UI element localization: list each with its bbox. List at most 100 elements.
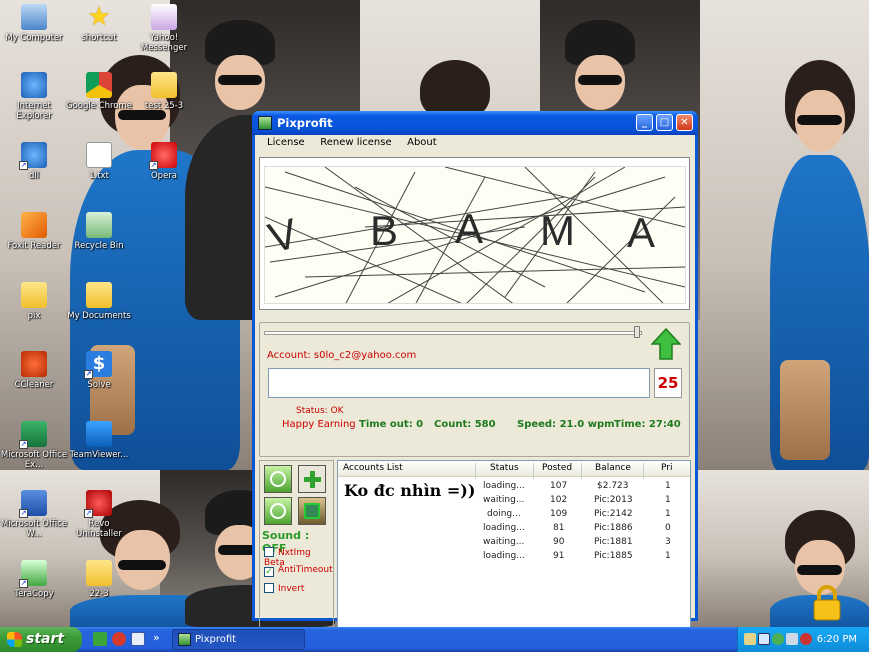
account-label: Account: s0lo_c2@yahoo.com: [267, 350, 417, 361]
quicklaunch-red-icon[interactable]: [112, 632, 126, 646]
maximize-button[interactable]: □: [656, 114, 673, 131]
desktop-icon-my-computer[interactable]: My Computer: [0, 4, 68, 43]
row-pri: 1: [665, 481, 671, 491]
table-row[interactable]: loading... 81 Pic:1886 0: [338, 522, 690, 536]
accounts-list-header: Accounts List Status Posted Balance Pri: [338, 461, 690, 479]
column-header-balance[interactable]: Balance: [595, 463, 631, 473]
desktop-icon-teamviewer[interactable]: TeamViewer...: [65, 421, 133, 460]
quicklaunch-window-icon[interactable]: [131, 632, 145, 646]
desktop-icon-opera[interactable]: ↗ Opera: [130, 142, 198, 181]
table-row[interactable]: loading... 107 $2.723 1: [338, 480, 690, 494]
shortcut-arrow-icon: ↗: [19, 440, 28, 449]
stop-button[interactable]: [264, 497, 292, 525]
menu-about[interactable]: About: [401, 135, 443, 150]
tray-monitor-icon[interactable]: [758, 633, 770, 645]
desktop-icon-google-chrome[interactable]: Google Chrome: [65, 72, 133, 111]
window-titlebar[interactable]: Pixprofit _ □ ✕: [252, 111, 698, 135]
shortcut-arrow-icon: ↗: [19, 509, 28, 518]
tray-network-icon[interactable]: [744, 633, 756, 645]
option-antitimeout[interactable]: ✓ AntiTimeout: [264, 565, 333, 577]
column-header-accounts[interactable]: Accounts List: [343, 463, 403, 473]
desktop-icon-excel[interactable]: ↗ Microsoft Office Ex...: [0, 421, 68, 470]
captcha-answer-input[interactable]: [268, 368, 650, 398]
row-pri: 3: [665, 537, 671, 547]
row-status: waiting...: [483, 537, 525, 547]
teamviewer-icon: [86, 421, 112, 447]
checkbox-nxtimg-beta[interactable]: [264, 547, 274, 557]
shortcut-arrow-icon: ↗: [149, 161, 158, 170]
image-button[interactable]: [298, 497, 326, 525]
add-account-button[interactable]: [298, 465, 326, 493]
row-status: waiting...: [483, 495, 525, 505]
desktop-icon-teracopy[interactable]: ↗ TeraCopy: [0, 560, 68, 599]
app-icon: [178, 633, 191, 646]
foxit-icon: [21, 212, 47, 238]
up-arrow-icon[interactable]: [651, 328, 681, 360]
table-row[interactable]: waiting... 90 Pic:1881 3: [338, 536, 690, 550]
desktop-icon-internet-explorer[interactable]: Internet Explorer: [0, 72, 68, 121]
menu-license[interactable]: License: [261, 135, 311, 150]
image-icon: [304, 503, 320, 519]
taskbar-item-pixprofit[interactable]: Pixprofit: [172, 629, 305, 650]
column-header-posted[interactable]: Posted: [542, 463, 572, 473]
row-status: loading...: [483, 551, 525, 561]
quicklaunch-green-icon[interactable]: [93, 632, 107, 646]
count-stat: Count: 580: [434, 419, 496, 430]
row-balance: Pic:1885: [594, 551, 633, 561]
chrome-icon: [86, 72, 112, 98]
desktop-icon-word[interactable]: ↗ Microsoft Office W...: [0, 490, 68, 539]
desktop-icon-22-3[interactable]: 22-3: [65, 560, 133, 599]
desktop-icon-solve[interactable]: $ ↗ Solve: [65, 351, 133, 390]
desktop-icon-revo-uninstaller[interactable]: ↗ Revo Uninstaller: [65, 490, 133, 539]
desktop-icon-dll[interactable]: ↗ dll: [0, 142, 68, 181]
row-balance: Pic:2142: [594, 509, 633, 519]
excel-icon: ↗: [19, 421, 47, 449]
row-status: loading...: [483, 523, 525, 533]
close-button[interactable]: ✕: [676, 114, 693, 131]
desktop-icon-foxit-reader[interactable]: Foxit Reader: [0, 212, 68, 251]
row-pri: 1: [665, 495, 671, 505]
my-documents-icon: [86, 282, 112, 308]
row-balance: $2.723: [597, 481, 629, 491]
clock[interactable]: 6:20 PM: [817, 627, 857, 652]
desktop-icon-1-txt[interactable]: 1.txt: [65, 142, 133, 181]
internet-explorer-icon: [21, 72, 47, 98]
menu-renew-license[interactable]: Renew license: [314, 135, 397, 150]
shortcut-arrow-icon: ↗: [84, 509, 93, 518]
desktop-icon-shortcut[interactable]: ★ shortcut: [65, 4, 133, 43]
captcha-panel: V B A M A: [259, 157, 690, 310]
quicklaunch-more-icon[interactable]: »: [153, 631, 160, 644]
table-row[interactable]: doing... 109 Pic:2142 1: [338, 508, 690, 522]
progress-slider-thumb[interactable]: [634, 326, 640, 338]
shortcut-arrow-icon: ↗: [84, 370, 93, 379]
tray-speaker-icon[interactable]: [786, 633, 798, 645]
table-row[interactable]: loading... 91 Pic:1885 1: [338, 550, 690, 564]
folder-icon: [86, 560, 112, 586]
minimize-button[interactable]: _: [636, 114, 653, 131]
captcha-letter: B: [370, 207, 399, 254]
greeting-text: Happy Earning: [282, 419, 356, 430]
option-invert[interactable]: Invert: [264, 583, 304, 594]
power-icon: [270, 471, 286, 487]
column-header-status[interactable]: Status: [490, 463, 519, 473]
folder-icon: [21, 282, 47, 308]
accounts-list: Accounts List Status Posted Balance Pri …: [337, 460, 691, 643]
folder-icon: [151, 72, 177, 98]
checkbox-invert[interactable]: [264, 583, 274, 593]
captcha-image: V B A M A: [264, 166, 686, 304]
column-header-pri[interactable]: Pri: [661, 463, 672, 473]
table-row[interactable]: waiting... 102 Pic:2013 1: [338, 494, 690, 508]
power-button[interactable]: [264, 465, 292, 493]
desktop-icon-pix[interactable]: pix: [0, 282, 68, 321]
desktop-icon-yahoo-messenger[interactable]: Yahoo! Messenger: [130, 4, 198, 53]
desktop-icon-recycle-bin[interactable]: Recycle Bin: [65, 212, 133, 251]
desktop-icon-ccleaner[interactable]: CCleaner: [0, 351, 68, 390]
checkbox-antitimeout[interactable]: ✓: [264, 567, 274, 577]
tray-shield-icon[interactable]: [800, 633, 812, 645]
desktop-icon-test-25-3[interactable]: test 25-3: [130, 72, 198, 111]
start-button[interactable]: start: [0, 627, 82, 652]
progress-slider-track[interactable]: [264, 331, 642, 335]
desktop-icon-my-documents[interactable]: My Documents: [65, 282, 133, 321]
row-balance: Pic:2013: [594, 495, 633, 505]
tray-globe-icon[interactable]: [772, 633, 784, 645]
